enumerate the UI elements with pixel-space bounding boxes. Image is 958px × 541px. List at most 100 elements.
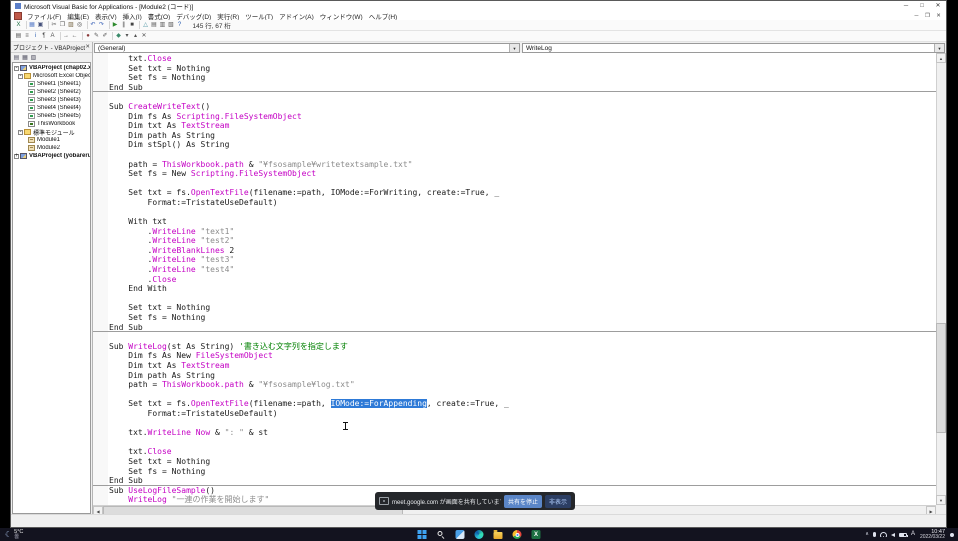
code-line[interactable]: End With <box>109 284 936 294</box>
code-line[interactable]: Set txt = fs.OpenTextFile(filename:=path… <box>109 399 936 409</box>
ime-indicator[interactable]: A <box>911 528 915 541</box>
code-line[interactable]: Dim fs As Scripting.FileSystemObject <box>109 112 936 122</box>
code-line[interactable]: Set fs = New Scripting.FileSystemObject <box>109 169 936 179</box>
mic-icon[interactable] <box>873 532 876 537</box>
maximize-button[interactable]: □ <box>914 1 930 11</box>
tree-item-excel-objects[interactable]: -Microsoft Excel Object <box>13 72 90 80</box>
design-mode-icon[interactable]: △ <box>142 21 149 30</box>
code-line[interactable]: Dim fs As New FileSystemObject <box>109 351 936 361</box>
view-excel-icon[interactable]: X <box>15 21 22 30</box>
tree-item-std-modules[interactable]: -標準モジュール <box>13 128 90 136</box>
code-line[interactable]: txt.Close <box>109 447 936 457</box>
code-line[interactable]: .WriteLine "text1" <box>109 227 936 237</box>
insert-userform-icon[interactable]: ▦ <box>29 21 36 30</box>
code-editor[interactable]: txt.Close Set txt = Nothing Set fs = Not… <box>93 53 936 505</box>
tree-item-sheet5[interactable]: Sheet5 (Sheet5) <box>13 112 90 120</box>
code-line[interactable]: .WriteBlankLines 2 <box>109 246 936 256</box>
view-code-icon[interactable]: ▤ <box>13 54 20 62</box>
code-line[interactable]: Sub CreateWriteText() <box>109 102 936 112</box>
list-properties-icon[interactable]: ▤ <box>15 32 22 41</box>
complete-word-icon[interactable]: A <box>49 32 56 41</box>
tree-item-vbaproject-chap02[interactable]: -VBAProject (chap02.xl <box>13 64 90 72</box>
code-line[interactable]: Dim stSpl() As String <box>109 140 936 150</box>
object-browser-icon[interactable]: ▧ <box>168 21 175 30</box>
stop-sharing-button[interactable]: 共有を停止 <box>504 495 542 508</box>
list-constants-icon[interactable]: ≡ <box>24 32 31 41</box>
start-button[interactable] <box>418 530 427 539</box>
menu-window[interactable]: ウィンドウ(W) <box>317 11 366 21</box>
code-line[interactable]: Dim path As String <box>109 371 936 381</box>
code-line[interactable]: Dim txt As TextStream <box>109 361 936 371</box>
code-line[interactable] <box>109 390 936 400</box>
previous-bookmark-icon[interactable]: ▴ <box>132 32 139 41</box>
save-icon[interactable]: ▣ <box>37 21 44 30</box>
code-line[interactable] <box>109 419 936 429</box>
close-button[interactable]: ✕ <box>930 1 946 11</box>
uncomment-block-icon[interactable]: ✐ <box>102 32 109 41</box>
widgets-icon[interactable] <box>456 530 465 539</box>
next-bookmark-icon[interactable]: ▾ <box>124 32 131 41</box>
code-line[interactable]: End Sub <box>109 83 936 93</box>
scroll-up-icon[interactable]: ▲ <box>936 53 946 63</box>
edge-icon[interactable] <box>475 530 484 539</box>
file-explorer-icon[interactable] <box>494 532 503 539</box>
code-line[interactable] <box>109 294 936 304</box>
wifi-icon[interactable] <box>880 532 887 537</box>
code-line[interactable]: Format:=TristateUseDefault) <box>109 409 936 419</box>
excel-icon[interactable] <box>532 530 541 539</box>
help-icon[interactable]: ? <box>176 21 183 30</box>
vertical-scroll-thumb[interactable] <box>936 323 946 433</box>
reset-icon[interactable]: ■ <box>129 21 136 30</box>
code-line[interactable] <box>109 150 936 160</box>
comment-block-icon[interactable]: ✎ <box>93 32 100 41</box>
code-line[interactable]: Dim path As String <box>109 131 936 141</box>
search-icon[interactable] <box>437 530 446 539</box>
view-object-icon[interactable]: ▦ <box>22 54 29 62</box>
parameter-info-icon[interactable]: ¶ <box>41 32 48 41</box>
outdent-icon[interactable]: ← <box>71 32 78 41</box>
find-icon[interactable]: ◎ <box>76 21 83 30</box>
collapse-icon[interactable]: - <box>18 130 23 135</box>
toggle-bookmark-icon[interactable]: ◆ <box>115 32 122 41</box>
quick-info-icon[interactable]: i <box>32 32 39 41</box>
code-line[interactable]: Sub WriteLog(st As String) '書き込む文字列を指定しま… <box>109 342 936 352</box>
code-line[interactable]: Set txt = Nothing <box>109 303 936 313</box>
chevron-down-icon[interactable]: ▼ <box>934 44 944 52</box>
chrome-icon[interactable] <box>513 530 522 539</box>
taskbar-clock[interactable]: 10:47 2022/03/22 <box>920 529 945 541</box>
code-line[interactable] <box>109 332 936 342</box>
undo-icon[interactable]: ↶ <box>90 21 97 30</box>
run-icon[interactable]: ▶ <box>112 21 119 30</box>
code-line[interactable] <box>109 179 936 189</box>
toggle-folders-icon[interactable]: ▧ <box>30 54 37 62</box>
menu-insert[interactable]: 挿入(I) <box>120 11 145 21</box>
vertical-scrollbar[interactable]: ▲ ▼ <box>936 53 946 505</box>
project-panel-close-icon[interactable]: ✕ <box>85 44 90 50</box>
menu-debug[interactable]: デバッグ(D) <box>173 11 214 21</box>
code-line[interactable]: .WriteLine "test2" <box>109 236 936 246</box>
code-line[interactable]: txt.Close <box>109 54 936 64</box>
collapse-icon[interactable]: - <box>18 74 23 79</box>
code-line[interactable]: .Close <box>109 275 936 285</box>
expand-icon[interactable]: + <box>14 154 19 159</box>
properties-window-icon[interactable]: ▥ <box>159 21 166 30</box>
code-line[interactable]: Set txt = Nothing <box>109 64 936 74</box>
tree-item-sheet4[interactable]: Sheet4 (Sheet4) <box>13 104 90 112</box>
tree-item-module2[interactable]: Module2 <box>13 144 90 152</box>
menu-edit[interactable]: 編集(E) <box>64 11 92 21</box>
child-minimize-button[interactable]: ─ <box>911 13 922 19</box>
code-line[interactable] <box>109 92 936 102</box>
cut-icon[interactable]: ✂ <box>51 21 58 30</box>
code-line[interactable]: Dim txt As TextStream <box>109 121 936 131</box>
menu-view[interactable]: 表示(V) <box>92 11 120 21</box>
paste-icon[interactable]: ▨ <box>68 21 75 30</box>
scroll-down-icon[interactable]: ▼ <box>936 495 946 505</box>
toggle-breakpoint-icon[interactable]: ● <box>85 32 92 41</box>
procedure-dropdown[interactable]: WriteLog ▼ <box>522 43 945 53</box>
menu-tools[interactable]: ツール(T) <box>242 11 276 21</box>
break-icon[interactable]: ∥ <box>120 21 127 30</box>
copy-icon[interactable]: ❐ <box>59 21 66 30</box>
child-close-button[interactable]: ✕ <box>933 13 944 19</box>
menu-file[interactable]: ファイル(F) <box>24 11 64 21</box>
tray-chevron-up-icon[interactable]: ∧ <box>865 528 869 541</box>
